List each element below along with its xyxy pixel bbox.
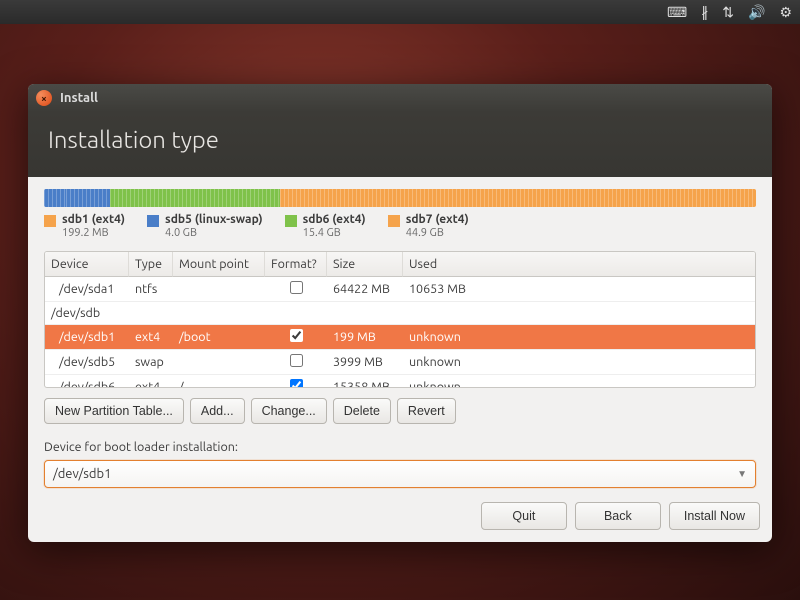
network-icon[interactable]: ⇅ <box>722 4 734 21</box>
page-title: Installation type <box>48 126 752 153</box>
legend-label: sdb1 (ext4) <box>62 213 125 227</box>
cell-type <box>129 309 173 317</box>
cell-device: /dev/sda1 <box>45 278 129 300</box>
table-row[interactable]: /dev/sda1ntfs 64422 MB10653 MB <box>45 277 755 302</box>
cell-size: 3999 MB <box>327 351 403 373</box>
legend-sublabel: 4.0 GB <box>165 227 263 240</box>
cell-device: /dev/sdb5 <box>45 351 129 373</box>
cell-mount <box>173 358 265 366</box>
cell-mount <box>173 309 265 317</box>
bootloader-select[interactable]: /dev/sdb1 ▼ <box>44 460 756 488</box>
col-device[interactable]: Device <box>45 252 129 277</box>
usage-segment <box>44 189 66 207</box>
cell-size: 199 MB <box>327 326 403 348</box>
cell-used: unknown <box>403 351 755 373</box>
partition-actions: New Partition Table... Add... Change... … <box>44 398 756 424</box>
change-button[interactable]: Change... <box>251 398 327 424</box>
legend-label: sdb6 (ext4) <box>303 213 366 227</box>
legend-sublabel: 15.4 GB <box>303 227 366 240</box>
cell-used: 10653 MB <box>403 278 755 300</box>
legend-swatch <box>388 215 400 227</box>
table-body[interactable]: /dev/sda1ntfs 64422 MB10653 MB/dev/sdb/de… <box>45 277 755 387</box>
cell-format <box>265 325 327 349</box>
col-used[interactable]: Used <box>403 252 755 277</box>
bootloader-value: /dev/sdb1 <box>53 467 737 481</box>
cell-type: ext4 <box>129 326 173 348</box>
legend-item: sdb1 (ext4)199.2 MB <box>44 213 125 241</box>
cell-format <box>265 309 327 317</box>
legend-swatch <box>44 215 56 227</box>
cell-type: ntfs <box>129 278 173 300</box>
usage-segment <box>280 189 756 207</box>
table-row[interactable]: /dev/sdb5swap 3999 MBunknown <box>45 350 755 375</box>
settings-icon[interactable]: ⚙ <box>779 4 792 21</box>
footer-buttons: Quit Back Install Now <box>28 502 772 542</box>
partition-legend: sdb1 (ext4)199.2 MB sdb5 (linux-swap)4.0 … <box>44 213 756 241</box>
legend-item: sdb7 (ext4)44.9 GB <box>388 213 469 241</box>
titlebar[interactable]: × Install <box>28 84 772 112</box>
cell-size <box>327 309 403 317</box>
usage-segment <box>66 189 110 207</box>
new-partition-table-button[interactable]: New Partition Table... <box>44 398 184 424</box>
cell-type: swap <box>129 351 173 373</box>
table-row[interactable]: /dev/sdb1ext4/boot 199 MBunknown <box>45 325 755 350</box>
cell-format <box>265 375 327 387</box>
legend-sublabel: 199.2 MB <box>62 227 125 240</box>
cell-used: unknown <box>403 376 755 387</box>
legend-sublabel: 44.9 GB <box>406 227 469 240</box>
legend-item: sdb6 (ext4)15.4 GB <box>285 213 366 241</box>
cell-size: 15358 MB <box>327 376 403 387</box>
col-format[interactable]: Format? <box>265 252 327 277</box>
format-checkbox[interactable] <box>290 281 303 294</box>
install-window: × Install Installation type sdb1 (ext4)1… <box>28 84 772 542</box>
format-checkbox[interactable] <box>290 379 303 387</box>
cell-device: /dev/sdb1 <box>45 326 129 348</box>
bluetooth-icon[interactable]: ∦ <box>701 4 708 21</box>
legend-swatch <box>285 215 297 227</box>
chevron-down-icon: ▼ <box>737 468 747 480</box>
revert-button[interactable]: Revert <box>397 398 456 424</box>
legend-label: sdb5 (linux-swap) <box>165 213 263 227</box>
bootloader-label: Device for boot loader installation: <box>44 440 756 454</box>
format-checkbox[interactable] <box>290 354 303 367</box>
format-checkbox[interactable] <box>290 329 303 342</box>
cell-type: ext4 <box>129 376 173 387</box>
add-button[interactable]: Add... <box>190 398 245 424</box>
cell-device: /dev/sdb6 <box>45 376 129 387</box>
col-type[interactable]: Type <box>129 252 173 277</box>
install-now-button[interactable]: Install Now <box>669 502 760 530</box>
header-strip: Installation type <box>28 112 772 177</box>
top-panel: ⌨ ∦ ⇅ 🔊 ⚙ <box>0 0 800 24</box>
close-icon[interactable]: × <box>36 90 52 106</box>
cell-size: 64422 MB <box>327 278 403 300</box>
window-title: Install <box>60 91 98 105</box>
col-size[interactable]: Size <box>327 252 403 277</box>
quit-button[interactable]: Quit <box>481 502 567 530</box>
cell-format <box>265 277 327 301</box>
cell-device: /dev/sdb <box>45 302 129 324</box>
col-mount[interactable]: Mount point <box>173 252 265 277</box>
cell-format <box>265 350 327 374</box>
delete-button[interactable]: Delete <box>333 398 391 424</box>
legend-swatch <box>147 215 159 227</box>
cell-mount: / <box>173 376 265 387</box>
cell-used: unknown <box>403 326 755 348</box>
disk-usage-bar <box>44 189 756 207</box>
back-button[interactable]: Back <box>575 502 661 530</box>
table-header: Device Type Mount point Format? Size Use… <box>45 252 755 277</box>
legend-label: sdb7 (ext4) <box>406 213 469 227</box>
legend-item: sdb5 (linux-swap)4.0 GB <box>147 213 263 241</box>
cell-used <box>403 309 755 317</box>
table-row[interactable]: /dev/sdb <box>45 302 755 325</box>
partition-table[interactable]: Device Type Mount point Format? Size Use… <box>44 251 756 388</box>
usage-segment <box>110 189 280 207</box>
cell-mount <box>173 285 265 293</box>
keyboard-icon[interactable]: ⌨ <box>667 4 687 21</box>
table-row[interactable]: /dev/sdb6ext4/ 15358 MBunknown <box>45 375 755 387</box>
volume-icon[interactable]: 🔊 <box>748 4 765 21</box>
cell-mount: /boot <box>173 326 265 348</box>
